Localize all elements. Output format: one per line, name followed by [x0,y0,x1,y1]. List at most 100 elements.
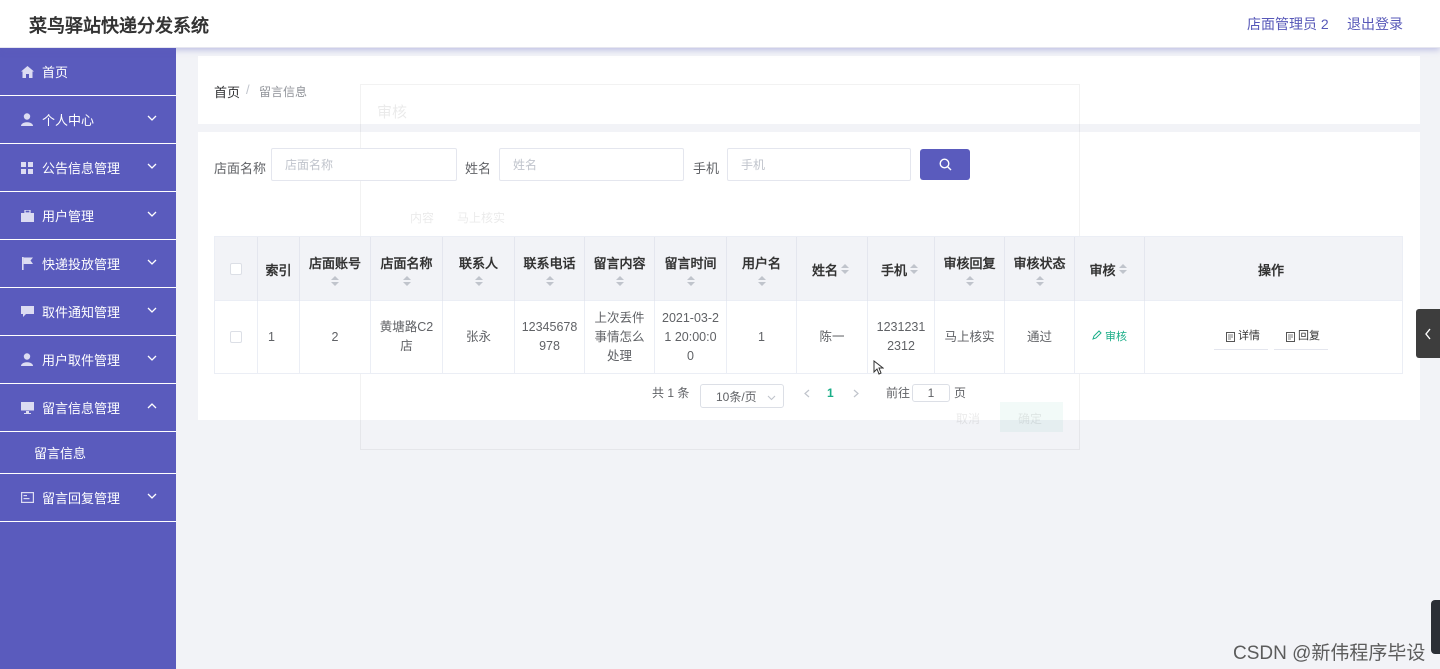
header-select-all[interactable] [215,237,258,301]
sidebar-item-label: 首页 [42,65,69,80]
sort-icon[interactable] [686,275,695,286]
sort-icon[interactable] [474,275,483,286]
cell-index: 1 [258,301,300,373]
chevron-down-icon [147,115,157,121]
detail-button[interactable]: 详情 [1214,324,1268,350]
search-button[interactable] [920,149,970,180]
column-header[interactable]: 手机 [868,237,935,301]
reply-button[interactable]: 回复 [1274,324,1328,350]
goto-label: 前往 [886,386,911,400]
sidebar-item-pickup-notice[interactable]: 取件通知管理 [0,288,176,336]
table-row[interactable]: 1 2 黄塘路C2店 张永 12345678978 上次丢件事情怎么处理 202… [215,301,1402,373]
table-header: 索引 店面账号 店面名称 联系人 联系电话 留言内容 留言时间 用户名 姓名 手… [215,237,1402,301]
column-header[interactable]: 审核状态 [1005,237,1075,301]
chevron-down-icon [147,307,157,313]
column-header[interactable]: 店面名称 [371,237,443,301]
cell-audit-status: 通过 [1005,301,1075,373]
sidebar-item-label: 快递投放管理 [42,257,121,272]
next-page-icon[interactable] [852,389,860,398]
sort-icon[interactable] [757,275,766,286]
chevron-down-icon [147,163,157,169]
cell-contact: 张永 [443,301,515,373]
column-header[interactable]: 联系电话 [515,237,585,301]
row-checkbox[interactable] [230,331,242,343]
cell-store-name: 黄塘路C2店 [371,301,443,373]
column-header[interactable]: 留言时间 [655,237,727,301]
sidebar-item-reply[interactable]: 留言回复管理 [0,474,176,522]
column-header[interactable]: 审核回复 [935,237,1005,301]
sidebar-item-delivery[interactable]: 快递投放管理 [0,240,176,288]
flag-icon [20,257,34,271]
sort-icon[interactable] [965,275,974,286]
watermark: CSDN @新伟程序毕设 [1233,643,1426,664]
page-size-select[interactable]: 10条/页 [700,384,784,408]
sidebar-item-notice[interactable]: 公告信息管理 [0,144,176,192]
monitor-icon [20,401,34,415]
sidebar-item-label: 个人中心 [42,113,95,128]
column-header[interactable]: 留言内容 [585,237,655,301]
sort-icon[interactable] [841,264,849,274]
column-header[interactable]: 店面账号 [300,237,371,301]
user-icon [20,353,34,367]
chevron-down-icon [147,211,157,217]
column-header[interactable]: 用户名 [727,237,797,301]
column-header[interactable]: 姓名 [797,237,868,301]
sort-icon[interactable] [545,275,554,286]
sort-icon[interactable] [910,264,918,274]
document-icon [1226,331,1235,342]
sidebar-item-label: 用户管理 [42,209,95,224]
page-number-current[interactable]: 1 [827,386,834,400]
sort-icon[interactable] [331,275,339,286]
right-panel-toggle[interactable] [1416,309,1440,358]
cell-message: 上次丢件事情怎么处理 [585,301,655,373]
column-header: 索引 [258,237,300,301]
row-select[interactable] [215,301,258,373]
sidebar-item-label: 公告信息管理 [42,161,121,176]
phone-label: 手机 [693,161,720,176]
sidebar-item-user-pickup[interactable]: 用户取件管理 [0,336,176,384]
breadcrumb-home[interactable]: 首页 [214,82,240,101]
grid-icon [20,161,34,175]
chevron-left-icon [1425,328,1431,339]
briefcase-icon [20,209,34,223]
logout-link[interactable]: 退出登录 [1347,14,1403,34]
sidebar-item-home[interactable]: 首页 [0,48,176,96]
cell-time: 2021-03-21 20:00:00 [655,301,727,373]
cell-store-account: 2 [300,301,371,373]
column-header: 操作 [1257,262,1284,278]
sidebar-item-users[interactable]: 用户管理 [0,192,176,240]
sort-icon[interactable] [402,275,411,286]
sidebar-item-label: 留言信息管理 [42,401,121,416]
select-all-checkbox[interactable] [230,263,242,275]
edit-icon [1092,329,1102,340]
audit-link[interactable]: 审核 [1092,328,1127,347]
sort-icon[interactable] [615,275,624,286]
sidebar-item-message[interactable]: 留言信息管理 [0,384,176,432]
sidebar-subitem-message-info[interactable]: 留言信息 [0,432,176,474]
breadcrumb-separator: / [246,82,250,97]
chevron-down-icon [147,355,157,361]
breadcrumb: 首页 / 留言信息 [198,56,1420,124]
current-user[interactable]: 店面管理员 2 [1247,14,1329,34]
store-name-label: 店面名称 [214,161,267,176]
home-icon [20,65,34,79]
sort-icon[interactable] [1118,264,1127,274]
name-input[interactable]: 姓名 [499,148,684,181]
sidebar-subitem-label: 留言信息 [34,446,87,461]
sort-icon[interactable] [1035,275,1044,286]
sidebar-item-personal-center[interactable]: 个人中心 [0,96,176,144]
store-name-input[interactable]: 店面名称 [271,148,457,181]
chat-icon [20,305,34,319]
phone-input[interactable]: 手机 [727,148,911,181]
app-title: 菜鸟驿站快递分发系统 [29,16,209,36]
sidebar-item-label: 用户取件管理 [42,353,121,368]
cell-audit-reply: 马上核实 [935,301,1005,373]
edge-widget[interactable] [1431,600,1440,654]
column-header[interactable]: 审核 [1075,237,1145,301]
user-icon [20,113,34,127]
goto-page-input[interactable]: 1 [912,384,950,402]
column-header[interactable]: 联系人 [443,237,515,301]
prev-page-icon[interactable] [803,389,811,398]
document-icon [1286,331,1295,342]
mouse-cursor-icon [873,360,884,375]
